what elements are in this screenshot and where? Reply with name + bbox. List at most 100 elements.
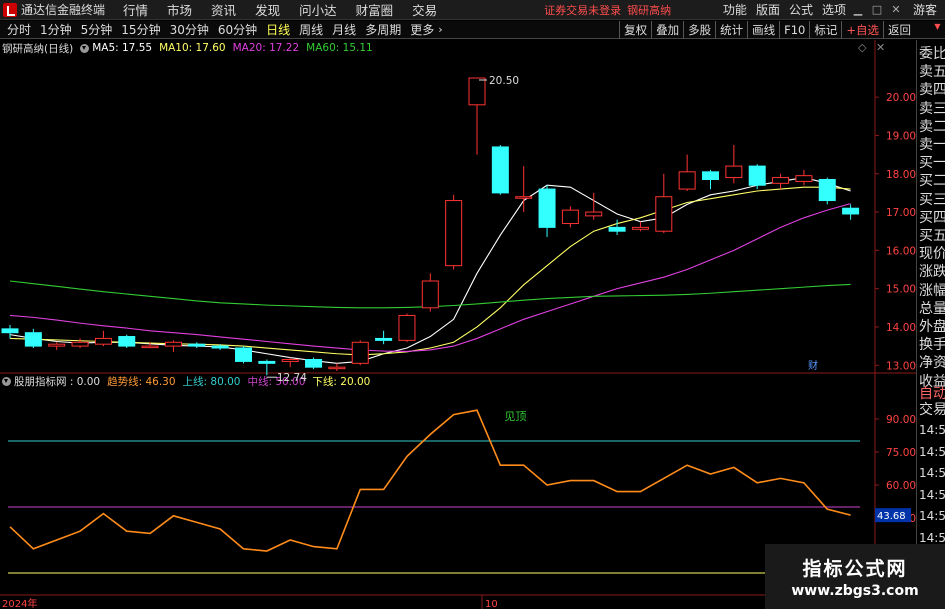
candle-body [538, 188, 556, 228]
chevron-right-icon[interactable]: › [438, 23, 442, 36]
guest-user[interactable]: 游客 [913, 1, 937, 18]
adjust-button[interactable]: 复权 [619, 21, 651, 39]
candle-body [421, 280, 439, 309]
candle[interactable] [748, 164, 766, 190]
candle[interactable] [235, 346, 252, 364]
maximize-icon[interactable]: □ [870, 3, 884, 17]
period-more[interactable]: 更多 [409, 21, 435, 38]
candle-body [375, 337, 393, 341]
candle[interactable] [725, 145, 743, 184]
candle-body [141, 345, 159, 349]
mark-button[interactable]: 标记 [809, 21, 841, 39]
candle[interactable] [24, 328, 42, 349]
candle[interactable] [188, 342, 206, 349]
period-intraday[interactable]: 分时 [6, 21, 32, 38]
menu-options[interactable]: 选项 [822, 1, 846, 18]
candle[interactable] [468, 77, 486, 155]
multi-stock-button[interactable]: 多股 [683, 21, 715, 39]
menu-news[interactable]: 资讯 [211, 0, 236, 19]
candle[interactable] [305, 357, 323, 370]
period-multi[interactable]: 多周期 [364, 21, 402, 38]
candle[interactable] [702, 169, 719, 190]
trade-time-label: 14:56 [919, 509, 945, 523]
candle[interactable] [48, 342, 66, 350]
candle[interactable] [421, 273, 439, 312]
back-button[interactable]: 返回 [883, 21, 915, 39]
candle-body [468, 77, 486, 106]
finance-flag[interactable]: 财 [808, 359, 818, 372]
trade-time-label: 14:56 [919, 466, 945, 480]
candle[interactable] [678, 154, 696, 191]
candle-body [94, 337, 112, 345]
add-watchlist-button[interactable]: +自选 [841, 21, 883, 39]
login-status[interactable]: 证券交易未登录 [544, 2, 621, 18]
close-icon[interactable]: ✕ [889, 3, 903, 17]
candle-body [818, 178, 836, 202]
overlay-button[interactable]: 叠加 [651, 21, 683, 39]
candle[interactable] [351, 340, 369, 366]
candle[interactable] [71, 338, 89, 349]
menu-layout[interactable]: 版面 [756, 1, 780, 18]
candle-body [842, 207, 860, 215]
watermark-title: 指标公式网 [802, 558, 908, 580]
candle[interactable] [772, 173, 790, 190]
candle[interactable] [515, 166, 533, 213]
menu-discover[interactable]: 发现 [255, 0, 280, 19]
period-monthly[interactable]: 月线 [331, 21, 357, 38]
draw-line-button[interactable]: 画线 [747, 21, 779, 39]
minimize-icon[interactable]: ▁ [851, 3, 865, 17]
candle[interactable] [118, 334, 136, 349]
candle-body [561, 209, 579, 225]
chart-area[interactable]: 见顶 20.00 19.00 18.00 17.00 16.00 15.00 14.00 13… [0, 40, 916, 609]
candle-body [631, 226, 649, 230]
period-weekly[interactable]: 周线 [298, 21, 324, 38]
quote-field-label: 交易 [919, 402, 945, 418]
menu-formula[interactable]: 公式 [789, 1, 813, 18]
trade-time-label: 14:56 [919, 487, 945, 502]
candle[interactable] [818, 177, 836, 205]
menu-market[interactable]: 市场 [167, 0, 192, 19]
quote-field-label: 买五 [919, 228, 945, 244]
high-price-label: 20.50 [489, 75, 519, 87]
candle[interactable] [538, 185, 556, 237]
quote-field-label: 买二 [919, 173, 945, 190]
candle[interactable] [631, 221, 649, 232]
candle-body [515, 196, 533, 199]
f10-button[interactable]: F10 [779, 21, 809, 39]
period-15min[interactable]: 15分钟 [120, 21, 161, 38]
period-daily[interactable]: 日线 [265, 21, 291, 38]
candle[interactable] [94, 330, 112, 347]
candle[interactable] [164, 340, 182, 352]
menu-wealth-circle[interactable]: 财富圈 [356, 0, 394, 19]
candle[interactable] [842, 204, 860, 220]
trend-line [9, 409, 851, 552]
candle-body [772, 177, 790, 184]
menu-market-quotes[interactable]: 行情 [123, 0, 148, 19]
candle[interactable] [281, 357, 299, 368]
down-arrow-icon: ▼ [934, 22, 941, 31]
candle[interactable] [491, 145, 509, 195]
ma-line-ma5 [9, 177, 851, 364]
trade-time-label: 14:56 [919, 423, 945, 437]
candle[interactable] [398, 313, 416, 343]
menu-functions[interactable]: 功能 [723, 1, 747, 18]
period-1min[interactable]: 1分钟 [39, 21, 73, 38]
candle[interactable] [561, 206, 579, 228]
candle-body [655, 196, 673, 232]
period-30min[interactable]: 30分钟 [169, 21, 210, 38]
period-5min[interactable]: 5分钟 [80, 21, 114, 38]
candle-body [305, 359, 323, 368]
period-60min[interactable]: 60分钟 [217, 21, 258, 38]
candle-body [164, 341, 182, 347]
current-stock-link[interactable]: 钢研高纳 [627, 2, 671, 18]
menu-ask-assistant[interactable]: 问小达 [299, 0, 337, 19]
candle[interactable] [795, 169, 813, 186]
candle[interactable] [375, 330, 393, 345]
quote-field-label: 涨跌 [919, 264, 945, 281]
candle[interactable] [445, 194, 463, 270]
menu-trade[interactable]: 交易 [412, 0, 437, 19]
candle[interactable] [655, 173, 673, 234]
candle[interactable] [1, 325, 19, 339]
candle[interactable] [328, 363, 346, 371]
statistics-button[interactable]: 统计 [715, 21, 747, 39]
